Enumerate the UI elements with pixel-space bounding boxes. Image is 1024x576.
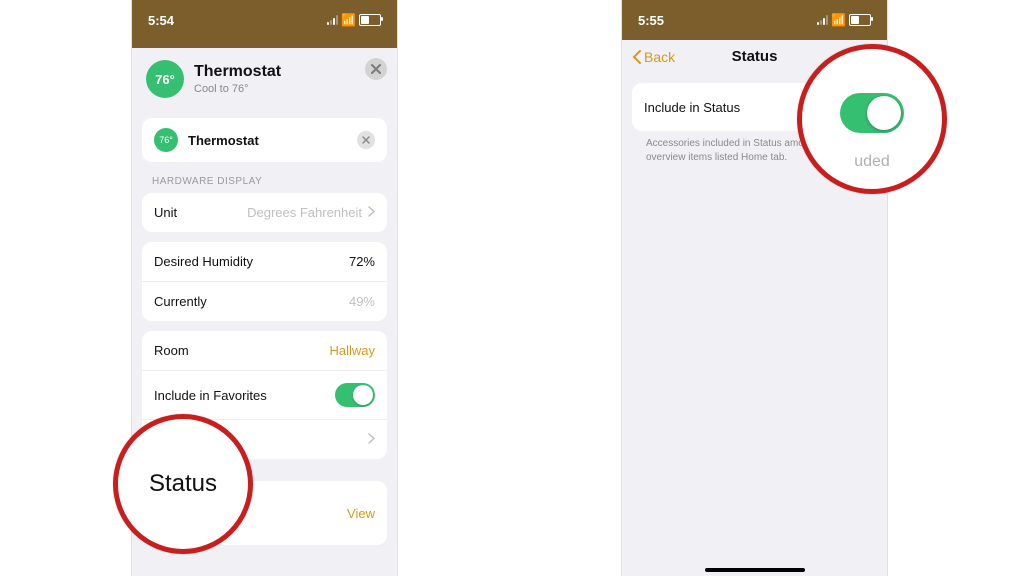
wifi-icon: 📶: [831, 13, 846, 27]
favorites-toggle[interactable]: [335, 383, 375, 407]
ios-status-bar: 5:54 📶: [132, 0, 397, 40]
desired-humidity-label: Desired Humidity: [154, 254, 253, 269]
back-label: Back: [644, 49, 675, 65]
battery-icon: [849, 14, 871, 26]
desired-humidity-row[interactable]: Desired Humidity 72%: [142, 242, 387, 281]
magnified-overflow-text: uded: [854, 153, 890, 171]
name-field-card[interactable]: 76° Thermostat: [142, 118, 387, 162]
nav-title: Status: [732, 48, 778, 65]
cell-signal-icon: [327, 15, 338, 25]
current-humidity-label: Currently: [154, 294, 207, 309]
accessory-subtitle: Cool to 76°: [194, 83, 281, 95]
chevron-right-icon: [368, 205, 375, 220]
close-button[interactable]: [365, 58, 387, 80]
accessory-header: 76° Thermostat Cool to 76°: [132, 48, 397, 108]
status-time: 5:55: [638, 13, 664, 28]
magnified-status-text: Status: [149, 470, 217, 498]
cell-signal-icon: [817, 15, 828, 25]
current-humidity-row: Currently 49%: [142, 281, 387, 321]
close-icon: [362, 136, 370, 144]
status-right: 📶: [817, 13, 871, 27]
name-field-label: Thermostat: [188, 133, 357, 148]
wifi-icon: 📶: [341, 13, 356, 27]
app-view-link[interactable]: View: [347, 506, 375, 521]
back-button[interactable]: Back: [632, 49, 675, 65]
temperature-badge: 76°: [146, 60, 184, 98]
chevron-left-icon: [632, 50, 641, 64]
battery-icon: [359, 14, 381, 26]
highlight-status-row: Status: [113, 414, 253, 554]
unit-row[interactable]: Unit Degrees Fahrenheit: [142, 193, 387, 232]
close-icon: [371, 64, 381, 74]
unit-label: Unit: [154, 205, 177, 220]
chevron-right-icon: [368, 432, 375, 447]
desired-humidity-value: 72%: [349, 254, 375, 269]
magnified-toggle: [840, 93, 904, 133]
ios-status-bar: 5:55 📶: [622, 0, 887, 40]
mini-temp-badge: 76°: [154, 128, 178, 152]
home-indicator[interactable]: [705, 568, 805, 572]
favorites-row[interactable]: Include in Favorites: [142, 370, 387, 419]
status-time: 5:54: [148, 13, 174, 28]
accessory-title: Thermostat: [194, 63, 281, 81]
clear-button[interactable]: [357, 131, 375, 149]
current-humidity-value: 49%: [349, 294, 375, 309]
section-hardware-display: HARDWARE DISPLAY: [152, 176, 387, 187]
favorites-label: Include in Favorites: [154, 388, 267, 403]
include-in-status-label: Include in Status: [644, 100, 740, 115]
room-label: Room: [154, 343, 189, 358]
room-row[interactable]: Room Hallway: [142, 331, 387, 370]
room-value: Hallway: [329, 343, 375, 358]
status-right: 📶: [327, 13, 381, 27]
highlight-include-toggle: uded: [797, 44, 947, 194]
unit-value: Degrees Fahrenheit: [247, 205, 362, 220]
